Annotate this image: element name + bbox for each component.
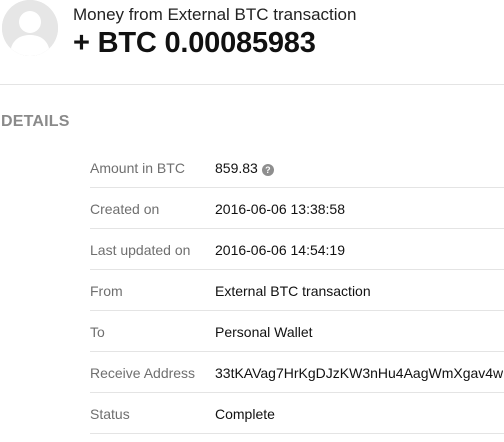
detail-row-from: From External BTC transaction xyxy=(90,270,504,311)
transaction-title: Money from External BTC transaction xyxy=(73,5,357,24)
receive-address-value[interactable]: 33tKAVag7HrKgDJzKW3nHu4AagWmXgav4w xyxy=(215,365,503,381)
detail-value: Personal Wallet xyxy=(215,324,313,340)
detail-row-to: To Personal Wallet xyxy=(90,311,504,352)
detail-row-status: Status Complete xyxy=(90,393,504,434)
detail-row-amount-btc: Amount in BTC 859.83? xyxy=(90,147,504,188)
detail-value: 2016-06-06 13:38:58 xyxy=(215,201,345,217)
detail-value: External BTC transaction xyxy=(215,283,371,299)
detail-value: 859.83? xyxy=(215,160,274,176)
user-silhouette-icon xyxy=(2,0,58,56)
detail-label: Amount in BTC xyxy=(90,160,185,176)
detail-row-last-updated-on: Last updated on 2016-06-06 14:54:19 xyxy=(90,229,504,270)
transaction-header: Money from External BTC transaction + BT… xyxy=(0,0,504,84)
details-table: Amount in BTC 859.83? Created on 2016-06… xyxy=(90,147,504,434)
detail-label: Last updated on xyxy=(90,242,191,258)
detail-label: Receive Address xyxy=(90,365,196,381)
header-divider xyxy=(0,84,504,85)
amount-btc-value: 859.83 xyxy=(215,160,258,176)
status-value: Complete xyxy=(215,406,275,422)
avatar xyxy=(2,0,58,56)
details-heading: DETAILS xyxy=(1,113,70,130)
detail-label: Status xyxy=(90,406,130,422)
detail-label: Created on xyxy=(90,201,160,217)
transaction-amount: + BTC 0.00085983 xyxy=(73,27,316,59)
detail-label: To xyxy=(90,324,105,340)
transaction-details-page: Money from External BTC transaction + BT… xyxy=(0,0,504,442)
detail-row-receive-address: Receive Address 33tKAVag7HrKgDJzKW3nHu4A… xyxy=(90,352,504,393)
question-icon[interactable]: ? xyxy=(261,164,274,176)
detail-row-created-on: Created on 2016-06-06 13:38:58 xyxy=(90,188,504,229)
detail-label: From xyxy=(90,283,123,299)
detail-value: 2016-06-06 14:54:19 xyxy=(215,242,345,258)
